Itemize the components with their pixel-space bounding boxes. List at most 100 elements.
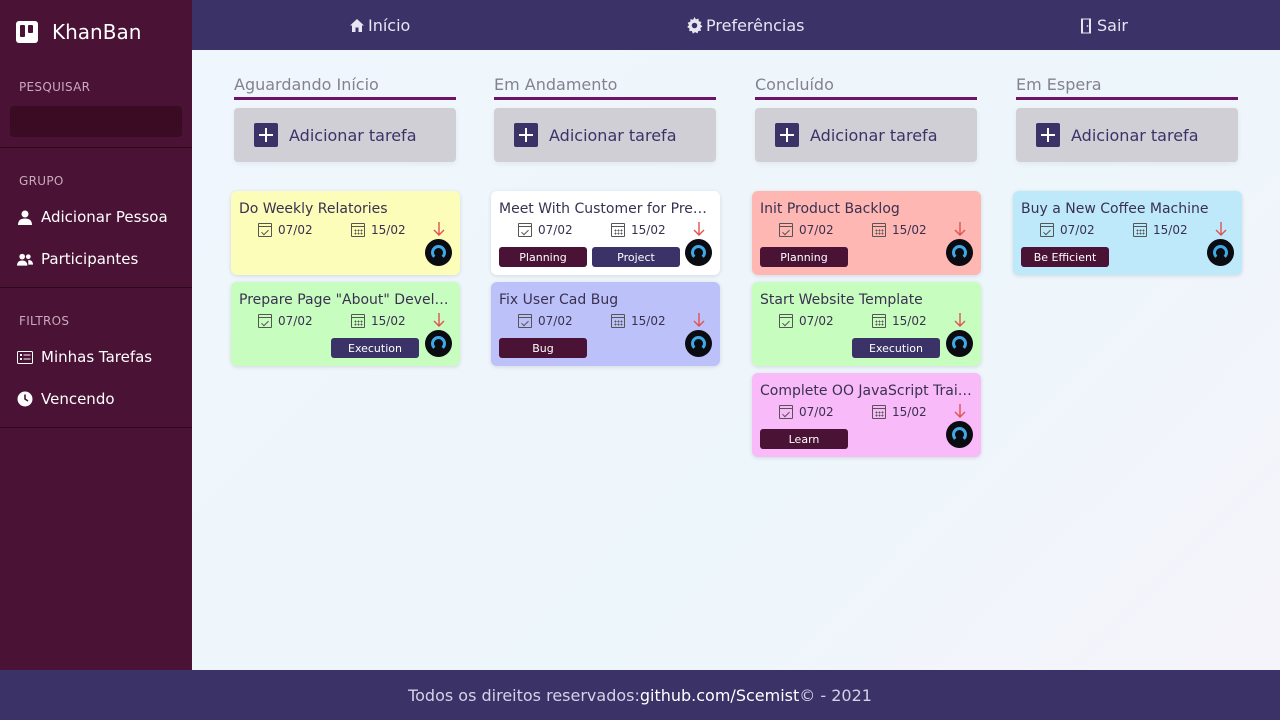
add-task-label: Adicionar tarefa xyxy=(289,125,417,145)
start-date-value: 07/02 xyxy=(799,314,834,328)
task-tag[interactable]: Project xyxy=(592,247,680,267)
task-start-date: 07/02 xyxy=(258,223,313,237)
due-date-value: 15/02 xyxy=(892,405,927,419)
sidebar-item-participants[interactable]: Participantes xyxy=(0,238,192,280)
start-date-value: 07/02 xyxy=(278,314,313,328)
task-title: Meet With Customer for Presentation xyxy=(499,201,711,217)
kanban-logo-icon xyxy=(16,21,38,43)
nav-home-link[interactable]: Início xyxy=(349,16,410,35)
assignee-avatar[interactable] xyxy=(685,330,712,357)
calendar-check-icon xyxy=(779,223,793,237)
task-tag[interactable]: Bug xyxy=(499,338,587,358)
assignee-avatar[interactable] xyxy=(425,330,452,357)
task-start-date: 07/02 xyxy=(779,223,834,237)
task-tag[interactable]: Learn xyxy=(760,429,848,449)
footer: Todos os direitos reservados: github.com… xyxy=(0,670,1280,720)
start-date-value: 07/02 xyxy=(538,314,573,328)
gear-icon xyxy=(686,17,703,34)
calendar-icon xyxy=(872,223,886,237)
sidebar-item-add-person[interactable]: Adicionar Pessoa xyxy=(0,196,192,238)
low-priority-arrow-icon xyxy=(432,221,446,237)
task-card[interactable]: Init Product Backlog 07/02 15/02 Planning xyxy=(752,191,981,275)
task-card[interactable]: Fix User Cad Bug 07/02 15/02 Bug xyxy=(491,282,720,366)
assignee-avatar[interactable] xyxy=(946,421,973,448)
task-title: Prepare Page "About" Development xyxy=(239,292,451,308)
brand[interactable]: KhanBan xyxy=(0,0,192,64)
footer-prefix: Todos os direitos reservados: xyxy=(408,685,640,705)
column-underline xyxy=(755,97,977,100)
user-avatar-icon xyxy=(952,245,967,260)
sidebar-item-label: Vencendo xyxy=(41,390,115,408)
calendar-check-icon xyxy=(518,223,532,237)
add-task-button[interactable]: Adicionar tarefa xyxy=(494,108,716,162)
task-start-date: 07/02 xyxy=(1040,223,1095,237)
group-label: GRUPO xyxy=(19,174,64,188)
due-date-value: 15/02 xyxy=(631,314,666,328)
search-label: PESQUISAR xyxy=(19,80,91,94)
search-input[interactable] xyxy=(10,106,182,137)
task-due-date: 15/02 xyxy=(1133,223,1188,237)
due-date-value: 15/02 xyxy=(1153,223,1188,237)
task-card[interactable]: Meet With Customer for Presentation 07/02… xyxy=(491,191,720,275)
add-task-label: Adicionar tarefa xyxy=(810,125,938,145)
calendar-icon xyxy=(351,223,365,237)
task-title: Init Product Backlog xyxy=(760,201,900,217)
task-tag[interactable]: Planning xyxy=(760,247,848,267)
add-task-label: Adicionar tarefa xyxy=(549,125,677,145)
home-icon xyxy=(349,18,365,33)
column-title: Concluído xyxy=(755,75,834,94)
task-tag[interactable]: Execution xyxy=(852,338,940,358)
column-title: Em Espera xyxy=(1016,75,1102,94)
low-priority-arrow-icon xyxy=(953,312,967,328)
task-tag[interactable]: Execution xyxy=(331,338,419,358)
task-card[interactable]: Complete OO JavaScript Training 07/02 15/0… xyxy=(752,373,981,457)
nav-logout-link[interactable]: Sair xyxy=(1080,16,1128,35)
add-task-label: Adicionar tarefa xyxy=(1071,125,1199,145)
task-due-date: 15/02 xyxy=(611,314,666,328)
user-avatar-icon xyxy=(952,336,967,351)
user-avatar-icon xyxy=(952,427,967,442)
sidebar-item-due[interactable]: Vencendo xyxy=(0,378,192,420)
assignee-avatar[interactable] xyxy=(946,239,973,266)
low-priority-arrow-icon xyxy=(692,312,706,328)
task-due-date: 15/02 xyxy=(872,223,927,237)
task-start-date: 07/02 xyxy=(779,405,834,419)
task-due-date: 15/02 xyxy=(611,223,666,237)
task-card[interactable]: Buy a New Coffee Machine 07/02 15/02 Be Eff… xyxy=(1013,191,1242,275)
plus-icon xyxy=(1036,123,1060,147)
filters-label: FILTROS xyxy=(19,314,70,328)
task-card[interactable]: Start Website Template 07/02 15/02 Executio… xyxy=(752,282,981,366)
add-task-button[interactable]: Adicionar tarefa xyxy=(755,108,977,162)
add-task-button[interactable]: Adicionar tarefa xyxy=(234,108,456,162)
nav-preferences-link[interactable]: Preferências xyxy=(686,16,805,35)
low-priority-arrow-icon xyxy=(432,312,446,328)
task-title: Buy a New Coffee Machine xyxy=(1021,201,1209,217)
low-priority-arrow-icon xyxy=(1214,221,1228,237)
assignee-avatar[interactable] xyxy=(1207,239,1234,266)
footer-github-link[interactable]: github.com/Scemist xyxy=(640,686,799,705)
task-card[interactable]: Do Weekly Relatories 07/02 15/02 xyxy=(231,191,460,275)
calendar-check-icon xyxy=(518,314,532,328)
assignee-avatar[interactable] xyxy=(685,239,712,266)
task-list-icon xyxy=(17,349,33,365)
app-title: KhanBan xyxy=(52,20,142,44)
task-due-date: 15/02 xyxy=(872,314,927,328)
sidebar-item-my-tasks[interactable]: Minhas Tarefas xyxy=(0,336,192,378)
task-tag[interactable]: Be Efficient xyxy=(1021,247,1109,267)
assignee-avatar[interactable] xyxy=(946,330,973,357)
user-avatar-icon xyxy=(431,245,446,260)
divider xyxy=(0,287,192,288)
due-date-value: 15/02 xyxy=(371,314,406,328)
divider xyxy=(0,147,192,148)
nav-home-label: Início xyxy=(368,16,411,35)
calendar-check-icon xyxy=(1040,223,1054,237)
task-card[interactable]: Prepare Page "About" Development 07/02 15/… xyxy=(231,282,460,366)
user-avatar-icon xyxy=(691,245,706,260)
sidebar-item-label: Participantes xyxy=(41,250,139,268)
task-due-date: 15/02 xyxy=(351,223,406,237)
start-date-value: 07/02 xyxy=(538,223,573,237)
column-underline xyxy=(494,97,716,100)
task-tag[interactable]: Planning xyxy=(499,247,587,267)
assignee-avatar[interactable] xyxy=(425,239,452,266)
add-task-button[interactable]: Adicionar tarefa xyxy=(1016,108,1238,162)
